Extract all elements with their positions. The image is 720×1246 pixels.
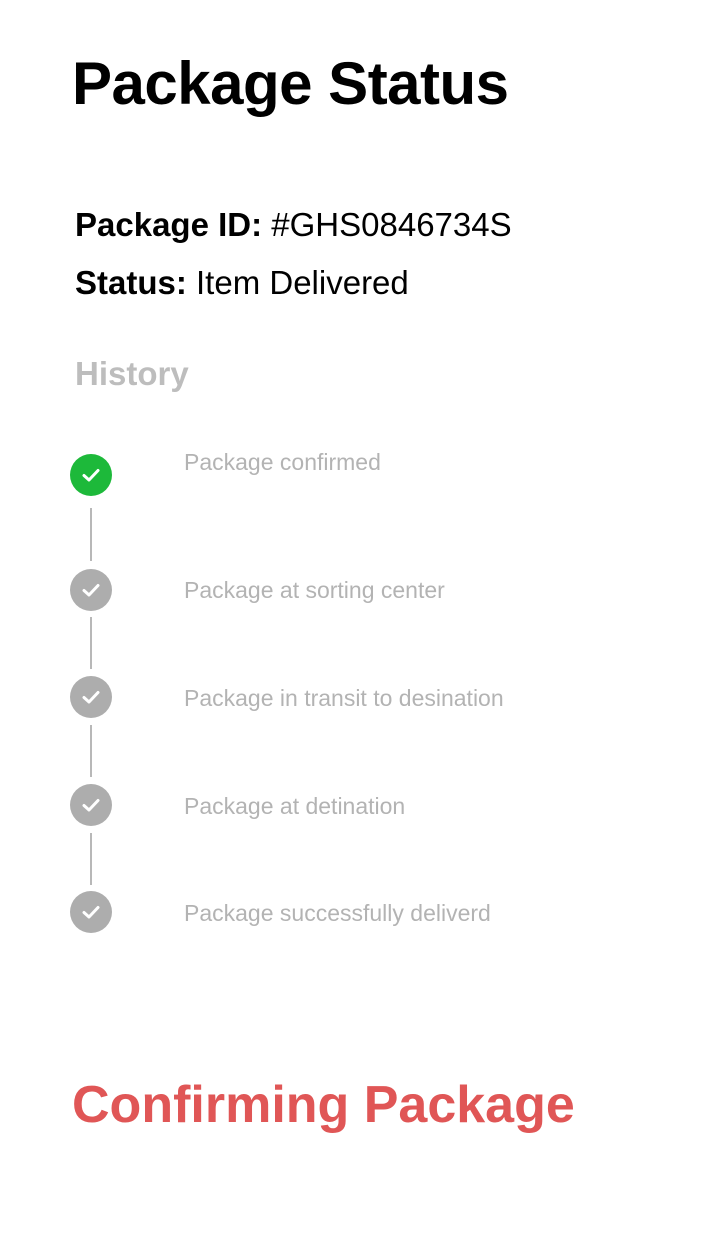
timeline-connector xyxy=(90,617,92,669)
status-label: Status: xyxy=(75,264,187,301)
timeline-connector xyxy=(90,833,92,885)
step-5-label: Package successfully deliverd xyxy=(184,900,491,926)
package-id-value: #GHS0846734S xyxy=(271,206,512,243)
page-title: Package Status xyxy=(72,50,509,117)
step-3-label: Package in transit to desination xyxy=(184,685,504,711)
confirming-package-status: Confirming Package xyxy=(72,1076,575,1134)
timeline-connector xyxy=(90,508,92,561)
status-value: Item Delivered xyxy=(196,264,409,301)
history-heading: History xyxy=(75,355,189,392)
step-4-label: Package at detination xyxy=(184,793,406,819)
step-2-check-icon xyxy=(70,569,112,611)
step-1-check-icon xyxy=(70,454,112,496)
timeline-connector xyxy=(90,725,92,777)
step-2-label: Package at sorting center xyxy=(184,577,445,603)
status-row: Status: Item Delivered xyxy=(75,263,409,303)
step-4-check-icon xyxy=(70,784,112,826)
step-5-check-icon xyxy=(70,891,112,933)
package-id-label: Package ID: xyxy=(75,206,263,243)
step-3-check-icon xyxy=(70,676,112,718)
package-id-row: Package ID: #GHS0846734S xyxy=(75,205,512,245)
step-1-label: Package confirmed xyxy=(184,449,381,475)
